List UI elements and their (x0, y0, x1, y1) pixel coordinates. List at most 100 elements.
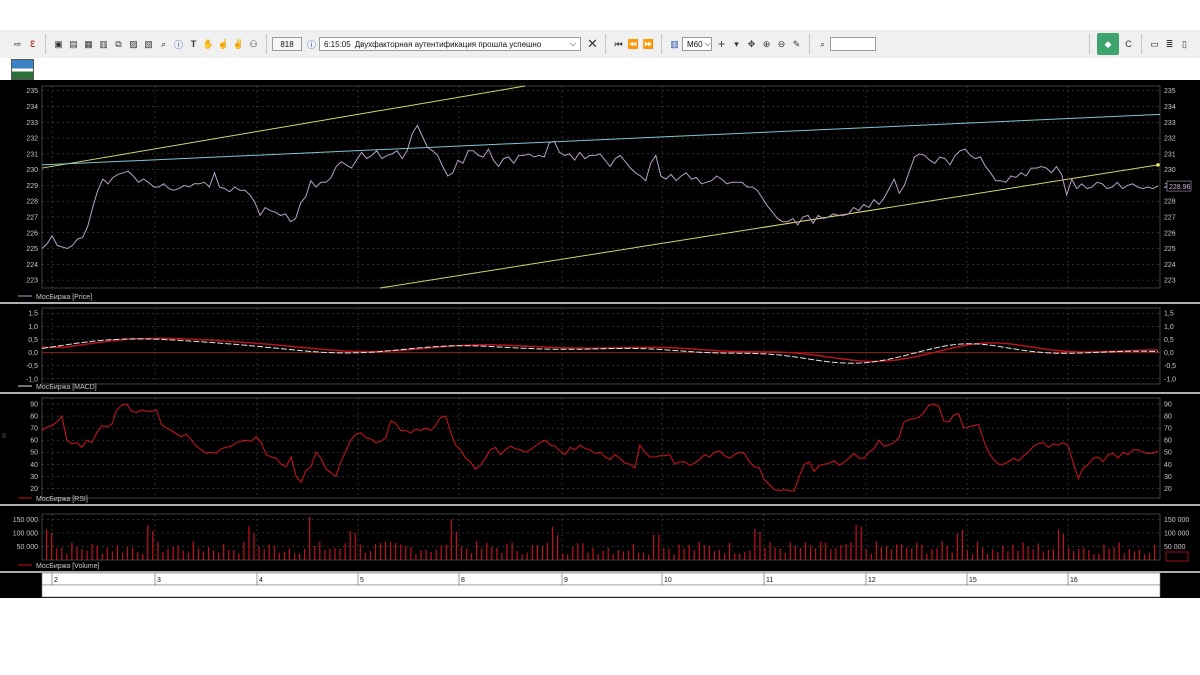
volume-bar (1002, 545, 1004, 560)
y-tick-label-right: 30 (1164, 474, 1172, 481)
first-page-icon[interactable]: ⏮ (613, 39, 624, 50)
volume-bar (450, 519, 452, 560)
volume-bar (354, 533, 356, 560)
volume-bar (304, 549, 306, 560)
volume-bar (936, 548, 938, 560)
volume-bar (921, 544, 923, 560)
trendline-anchor[interactable] (1156, 163, 1160, 167)
search-input[interactable] (830, 37, 876, 51)
orders-icon[interactable]: ▧ (143, 39, 154, 50)
y-tick-label-right: 234 (1164, 104, 1176, 111)
zoom-out-icon[interactable]: ⊖ (776, 39, 787, 50)
y-tick-label-right: 226 (1164, 230, 1176, 237)
y-tick-label: -1,0 (26, 376, 38, 383)
text-icon[interactable]: T (188, 39, 199, 50)
chart-canvas[interactable]: 235 235234 234233 233232 232231 231230 2302292… (0, 80, 1200, 598)
volume-bar (223, 544, 225, 560)
chart-window-icon[interactable]: ⧉ (113, 39, 124, 50)
notes-icon[interactable]: ≣ (1164, 39, 1175, 50)
close-icon[interactable]: ✕ (587, 36, 598, 51)
volume-bar (121, 552, 124, 560)
volume-bar (76, 546, 78, 560)
volume-bar (248, 526, 250, 560)
volume-bar (253, 533, 255, 560)
y-tick-label-right: 232 (1164, 136, 1176, 143)
portfolio-icon[interactable]: ▨ (128, 39, 139, 50)
volume-bar (1047, 549, 1049, 560)
quotes-icon[interactable]: ▦ (83, 39, 94, 50)
y-tick-label-right: 225 (1164, 246, 1176, 253)
y-tick-label-right: 1,0 (1164, 324, 1174, 331)
search-icon[interactable]: ⌕ (817, 39, 828, 50)
plus-icon[interactable]: + (716, 37, 727, 51)
y-tick-label: 231 (26, 151, 38, 158)
chart-area[interactable]: 235 235 234 234 233 233 232 232 231 231 230 230 229 2… (0, 80, 1200, 598)
chart-window-tab-icon[interactable] (11, 59, 34, 80)
hand-select-icon[interactable]: ✌ (233, 39, 244, 50)
volume-bar (830, 549, 832, 560)
status-message-box[interactable]: 6:15:05 Двухфакторная аутентификация про… (319, 37, 581, 51)
volume-bar (415, 554, 417, 560)
y-tick-label-right: 228 (1164, 199, 1176, 206)
app-logo-icon[interactable]: ◆ (1097, 33, 1119, 55)
search-window-icon[interactable]: ⌕ (158, 39, 169, 50)
move-icon[interactable]: ✥ (746, 39, 757, 50)
volume-bar (663, 548, 665, 560)
interval-select[interactable]: M60 ⌵ (682, 37, 712, 51)
chevron-down-icon[interactable]: ⌵ (570, 39, 576, 49)
date-label: 12 (868, 577, 876, 584)
y-tick-label-right: 227 (1164, 214, 1176, 221)
volume-bar (1088, 550, 1090, 560)
volume-bar (911, 548, 913, 560)
pencil-icon[interactable]: ✎ (791, 39, 802, 50)
chat-icon[interactable]: C (1123, 39, 1134, 50)
y-tick-label: 50 000 (17, 544, 39, 551)
volume-bar (202, 551, 204, 560)
bar-chart-icon[interactable]: ▥ (669, 39, 680, 50)
y-tick-label-right: 80 (1164, 414, 1172, 421)
trendline-upper[interactable] (41, 85, 526, 169)
y-tick-label-right: 224 (1164, 262, 1176, 269)
volume-bar (374, 544, 377, 560)
volume-bar (132, 548, 134, 560)
list-icon[interactable]: ▥ (98, 39, 109, 50)
volume-bar (61, 547, 63, 560)
volume-bar (607, 548, 609, 560)
y-tick-label: 230 (26, 167, 38, 174)
y-tick-label: 70 (30, 426, 38, 433)
volume-bar (430, 551, 432, 560)
hand-move-icon[interactable]: ☝ (218, 39, 229, 50)
trendline-lower[interactable] (379, 164, 1159, 289)
dropdown-arrow-icon[interactable]: ▾ (731, 39, 742, 50)
connect-icon[interactable]: ℇ (27, 39, 38, 50)
window-icon[interactable]: ▣ (53, 39, 64, 50)
volume-bar (1083, 547, 1085, 560)
volume-bar (880, 547, 882, 560)
volume-bar (632, 543, 635, 560)
volume-bar (293, 553, 296, 560)
volume-bar (1113, 547, 1115, 560)
volume-bar (627, 550, 629, 560)
forward-icon[interactable]: ⏩ (643, 39, 654, 50)
volume-bar (602, 550, 604, 560)
volume-bar (1022, 542, 1024, 560)
volume-bar (324, 550, 326, 560)
volume-bar (982, 547, 984, 560)
table-icon[interactable]: ▤ (68, 39, 79, 50)
y-tick-label-right: 230 (1164, 167, 1176, 174)
zoom-in-icon[interactable]: ⊕ (761, 39, 772, 50)
volume-bar (379, 543, 382, 560)
volume-bar (516, 551, 518, 560)
info-icon[interactable]: ⓘ (173, 39, 184, 50)
volume-bar (1007, 551, 1009, 560)
group-icon[interactable]: ⚇ (248, 39, 259, 50)
message-icon[interactable]: ▭ (1149, 39, 1160, 50)
message-counter[interactable]: 818 (272, 37, 302, 51)
y-tick-label-right: -1,0 (1164, 376, 1176, 383)
document-icon[interactable]: ▯ (1179, 39, 1190, 50)
volume-bar (476, 541, 478, 560)
hand-icon[interactable]: ✋ (203, 39, 214, 50)
arrow-right-icon[interactable]: ⇨ (12, 39, 23, 50)
y-tick-label: 50 (30, 450, 38, 457)
rewind-icon[interactable]: ⏪ (628, 39, 639, 50)
